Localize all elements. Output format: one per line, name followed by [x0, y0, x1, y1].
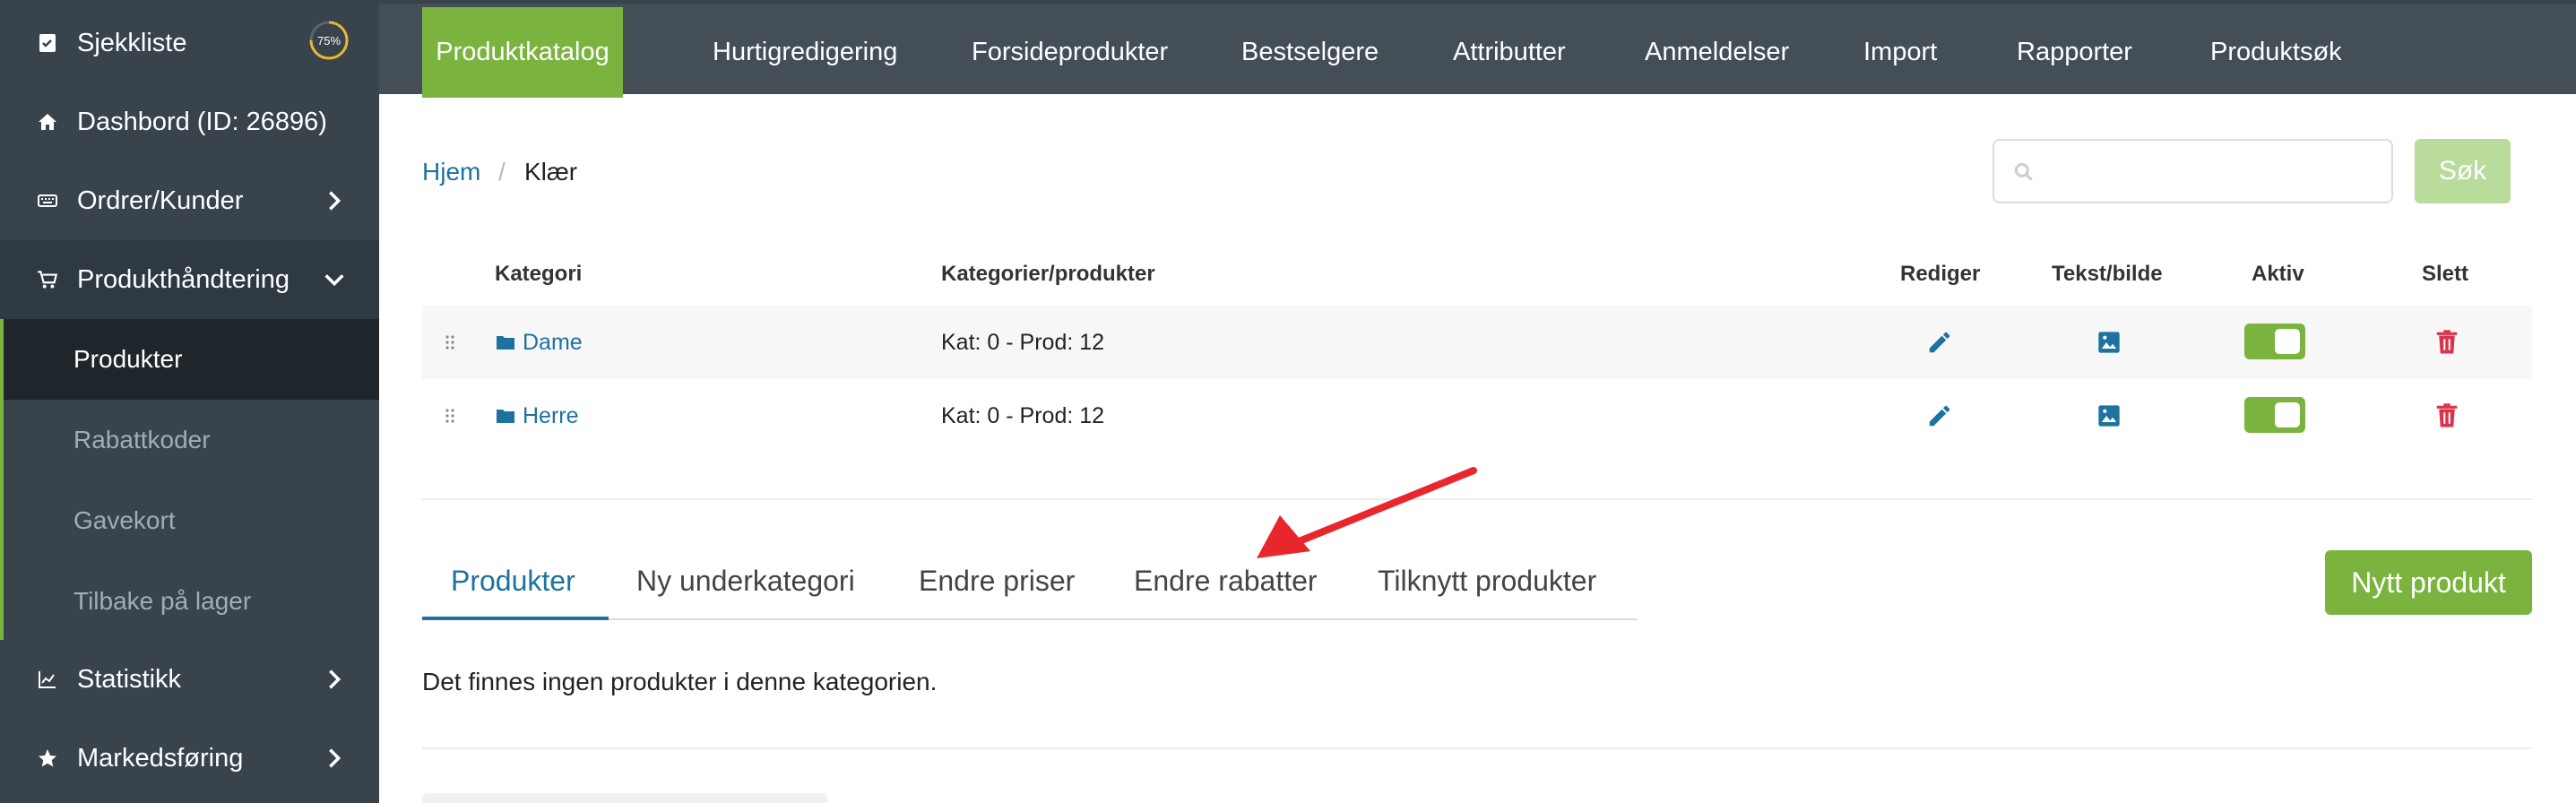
sidebar-item-label: Statistikk — [77, 664, 182, 694]
column-header-active: Aktiv — [2252, 262, 2304, 286]
tab-reviews[interactable]: Anmeldelser — [1645, 7, 1789, 98]
cart-icon — [34, 266, 61, 293]
chart-icon — [34, 666, 61, 693]
sidebar-item-product-management[interactable]: Produkthåndtering — [0, 240, 379, 319]
column-header-items: Kategorier/produkter — [941, 262, 1155, 286]
progress-percentage: 75% — [316, 33, 341, 47]
sidebar-item-dashboard[interactable]: Dashbord (ID: 26896) — [0, 82, 379, 161]
category-link[interactable]: Herre — [523, 379, 579, 453]
top-navigation: Produktkatalog Hurtigredigering Forsidep… — [379, 0, 2576, 98]
empty-state-message: Det finnes ingen produkter i denne kateg… — [422, 668, 938, 695]
tabs-active-indicator — [422, 617, 609, 620]
edit-icon[interactable] — [1926, 306, 1953, 379]
sidebar-item-orders[interactable]: Ordrer/Kunder — [0, 161, 379, 240]
sidebar-subitem-products[interactable]: Produkter — [4, 319, 379, 400]
chevron-right-icon — [329, 669, 341, 689]
sidebar-item-label: Ordrer/Kunder — [77, 186, 244, 215]
chevron-down-icon — [324, 274, 344, 287]
image-icon[interactable] — [2096, 306, 2122, 379]
column-header-delete: Slett — [2422, 262, 2469, 286]
delete-icon[interactable] — [2435, 379, 2459, 453]
folder-icon — [496, 306, 515, 379]
sidebar-subitem-discount-codes[interactable]: Rabattkoder — [4, 400, 379, 480]
subtab-products[interactable]: Produkter — [451, 565, 575, 598]
home-icon — [34, 108, 61, 135]
active-toggle[interactable] — [2244, 397, 2305, 433]
tab-quick-edit[interactable]: Hurtigredigering — [713, 7, 897, 98]
image-icon[interactable] — [2096, 379, 2122, 453]
star-icon — [34, 745, 61, 772]
sidebar-submenu: Produkter Rabattkoder Gavekort Tilbake p… — [0, 319, 379, 640]
bottom-panel — [422, 793, 827, 803]
table-row: Herre Kat: 0 - Prod: 12 — [422, 379, 2532, 453]
column-header-text-image: Tekst/bilde — [2052, 262, 2163, 286]
breadcrumb-current: Klær — [524, 158, 578, 186]
checklist-icon — [34, 30, 61, 56]
subtab-link-products[interactable]: Tilknytt produkter — [1378, 565, 1596, 598]
drag-handle-icon[interactable] — [444, 379, 456, 453]
sidebar-item-label: Produkthåndtering — [77, 264, 290, 294]
category-count: Kat: 0 - Prod: 12 — [941, 402, 1105, 428]
chevron-right-icon — [329, 748, 341, 768]
sidebar-subitem-gift-cards[interactable]: Gavekort — [4, 480, 379, 561]
chevron-right-icon — [329, 191, 341, 211]
keyboard-icon — [34, 187, 61, 214]
tab-import[interactable]: Import — [1863, 7, 1937, 98]
new-product-button[interactable]: Nytt produkt — [2325, 550, 2532, 615]
subtab-change-discounts[interactable]: Endre rabatter — [1134, 565, 1318, 598]
active-toggle[interactable] — [2244, 324, 2305, 359]
tab-reports[interactable]: Rapporter — [2017, 7, 2132, 98]
search-icon — [2014, 162, 2033, 181]
column-header-edit: Rediger — [1900, 262, 1981, 286]
tab-front-page-products[interactable]: Forsideprodukter — [972, 7, 1168, 98]
sidebar-item-marketing[interactable]: Markedsføring — [0, 719, 379, 798]
sidebar-item-label: Markedsføring — [77, 743, 244, 773]
category-link[interactable]: Dame — [523, 306, 583, 379]
breadcrumb-separator: / — [498, 158, 506, 186]
section-divider — [422, 747, 2532, 749]
tab-attributes[interactable]: Attributter — [1453, 7, 1566, 98]
category-count: Kat: 0 - Prod: 12 — [941, 329, 1105, 355]
table-row: Dame Kat: 0 - Prod: 12 — [422, 306, 2532, 379]
breadcrumb-home[interactable]: Hjem — [422, 158, 480, 186]
sidebar-item-label: Sjekkliste — [77, 28, 187, 57]
tab-product-catalog[interactable]: Produktkatalog — [422, 7, 623, 98]
search-button[interactable]: Søk — [2415, 139, 2511, 203]
search-input[interactable] — [2048, 150, 2380, 194]
column-header-category: Kategori — [495, 262, 583, 286]
tab-product-search[interactable]: Produktsøk — [2210, 7, 2342, 98]
sidebar-item-statistics[interactable]: Statistikk — [0, 640, 379, 719]
delete-icon[interactable] — [2435, 306, 2459, 379]
sidebar-item-label: Dashbord (ID: 26896) — [77, 107, 327, 136]
folder-icon — [496, 379, 515, 453]
drag-handle-icon[interactable] — [444, 306, 456, 379]
subtab-new-subcategory[interactable]: Ny underkategori — [636, 565, 855, 598]
sidebar: Sjekkliste 75% Dashbord (ID: 26896) Ordr… — [0, 0, 379, 803]
tab-bestsellers[interactable]: Bestselgere — [1241, 7, 1379, 98]
sidebar-subitem-back-in-stock[interactable]: Tilbake på lager — [4, 561, 379, 642]
red-arrow-annotation — [1257, 467, 1477, 558]
search-box — [1993, 139, 2393, 203]
subtab-change-prices[interactable]: Endre priser — [919, 565, 1075, 598]
edit-icon[interactable] — [1926, 379, 1953, 453]
